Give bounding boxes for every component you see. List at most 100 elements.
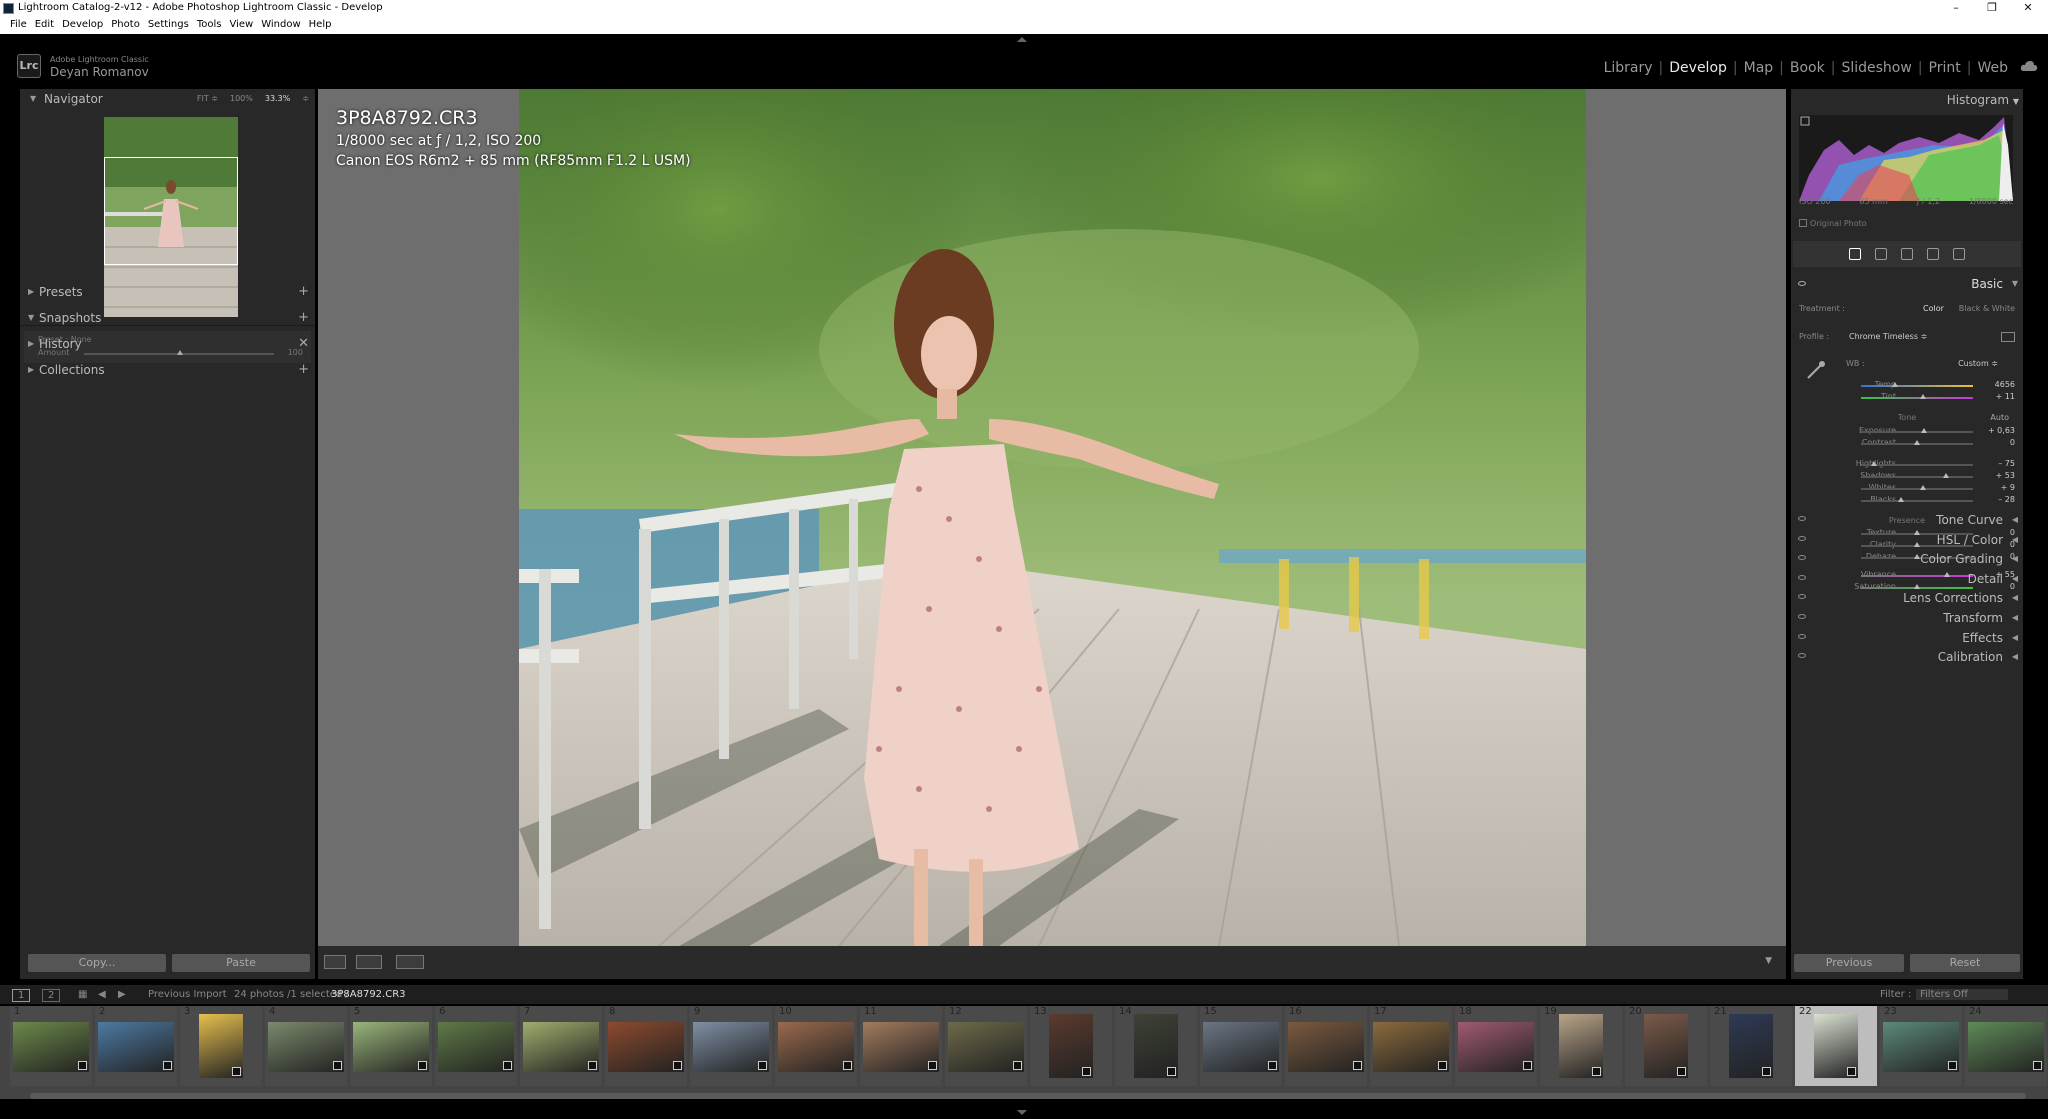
- toolbar-menu-icon[interactable]: ▼: [1765, 956, 1772, 966]
- forward-arrow-icon[interactable]: ▶: [118, 989, 126, 1000]
- zoom-fit[interactable]: FIT ≑: [197, 89, 218, 109]
- slider-track[interactable]: [1861, 464, 1973, 466]
- before-after-split-icon[interactable]: [396, 955, 424, 969]
- slider-track[interactable]: [1861, 500, 1973, 502]
- menu-tools[interactable]: Tools: [193, 17, 226, 34]
- menu-edit[interactable]: Edit: [31, 17, 58, 34]
- eye-icon[interactable]: [1798, 516, 1806, 521]
- grid-view-icon[interactable]: ▦: [78, 989, 87, 1000]
- slider-thumb[interactable]: [1891, 382, 1898, 387]
- menu-help[interactable]: Help: [305, 17, 336, 34]
- loupe-view-icon[interactable]: [324, 955, 346, 969]
- slider-thumb[interactable]: [1871, 461, 1878, 466]
- module-book[interactable]: Book: [1784, 60, 1831, 76]
- slider-value[interactable]: 0: [2010, 438, 2015, 447]
- slider-thumb[interactable]: [1919, 394, 1926, 399]
- slider-value[interactable]: + 0,63: [1988, 426, 2015, 435]
- filmstrip-thumbnail[interactable]: 5: [350, 1006, 432, 1086]
- filmstrip-thumbnail[interactable]: 9: [690, 1006, 772, 1086]
- histogram[interactable]: [1799, 115, 2013, 201]
- filmstrip-thumbnail[interactable]: 3: [180, 1006, 262, 1086]
- profile-browser-icon[interactable]: [2001, 332, 2015, 342]
- slider-track[interactable]: [1861, 488, 1973, 490]
- masking-icon[interactable]: [1953, 248, 1965, 260]
- navigator-zoom-frame[interactable]: [104, 157, 238, 265]
- filter-select[interactable]: Filters Off: [1916, 989, 2008, 1000]
- filmstrip-thumbnail[interactable]: 15: [1200, 1006, 1282, 1086]
- menu-develop[interactable]: Develop: [58, 17, 107, 34]
- module-slideshow[interactable]: Slideshow: [1835, 60, 1917, 76]
- collections-header[interactable]: ▶ Collections +: [20, 359, 315, 381]
- slider-track[interactable]: [1861, 476, 1973, 478]
- add-collection-icon[interactable]: +: [298, 359, 309, 381]
- selected-file[interactable]: 3P8A8792.CR3: [331, 989, 406, 1000]
- filmstrip-thumbnail[interactable]: 23: [1880, 1006, 1962, 1086]
- filmstrip-thumbnail[interactable]: 14: [1115, 1006, 1197, 1086]
- red-eye-icon[interactable]: [1927, 248, 1939, 260]
- minimize-button[interactable]: –: [1936, 0, 1976, 17]
- filmstrip-scrollbar[interactable]: [30, 1093, 2026, 1099]
- slider-value[interactable]: + 9: [2001, 483, 2015, 492]
- slider-track[interactable]: [1861, 385, 1973, 387]
- maximize-button[interactable]: ❐: [1972, 0, 2012, 17]
- filmstrip-thumbnail[interactable]: 20: [1625, 1006, 1707, 1086]
- eye-icon[interactable]: [1798, 614, 1806, 619]
- add-preset-icon[interactable]: +: [298, 281, 309, 303]
- screen-2-button[interactable]: 2: [42, 989, 61, 1002]
- filmstrip-thumbnail[interactable]: 11: [860, 1006, 942, 1086]
- slider-value[interactable]: – 75: [1998, 459, 2015, 468]
- zoom-custom-arrow[interactable]: ≑: [302, 89, 309, 109]
- basic-header[interactable]: Basic ▼: [1791, 274, 2023, 294]
- menu-file[interactable]: File: [6, 17, 31, 34]
- slider-track[interactable]: [1861, 431, 1973, 433]
- slider-value[interactable]: + 53: [1996, 471, 2015, 480]
- slider-value[interactable]: + 11: [1996, 392, 2015, 401]
- edit-sliders-icon[interactable]: [1849, 248, 1861, 260]
- filmstrip-thumbnail[interactable]: 1: [10, 1006, 92, 1086]
- filmstrip-thumbnail[interactable]: 4: [265, 1006, 347, 1086]
- filmstrip-thumbnail[interactable]: 12: [945, 1006, 1027, 1086]
- eye-icon[interactable]: [1798, 535, 1806, 541]
- module-develop[interactable]: Develop: [1663, 60, 1733, 76]
- top-panel-toggle-icon[interactable]: [1017, 37, 1027, 42]
- filmstrip-thumbnail[interactable]: 7: [520, 1006, 602, 1086]
- filmstrip-thumbnail[interactable]: 13: [1030, 1006, 1112, 1086]
- snapshots-header[interactable]: ▼ Snapshots +: [20, 307, 315, 329]
- filmstrip-thumbnail[interactable]: 8: [605, 1006, 687, 1086]
- slider-thumb[interactable]: [1943, 473, 1950, 478]
- slider-value[interactable]: 4656: [1995, 380, 2015, 389]
- filmstrip-thumbnail[interactable]: 22: [1795, 1006, 1877, 1086]
- slider-thumb[interactable]: [1898, 497, 1905, 502]
- previous-button[interactable]: Previous: [1794, 954, 1904, 972]
- presets-header[interactable]: ▶ Presets +: [20, 281, 315, 303]
- slider-thumb[interactable]: [1920, 428, 1927, 433]
- copy-button[interactable]: Copy...: [28, 954, 166, 972]
- menu-photo[interactable]: Photo: [107, 17, 144, 34]
- filmstrip-thumbnail[interactable]: 21: [1710, 1006, 1792, 1086]
- menu-window[interactable]: Window: [257, 17, 304, 34]
- panel-calibration[interactable]: Calibration ◀: [1791, 646, 2023, 668]
- filmstrip-thumbnail[interactable]: 17: [1370, 1006, 1452, 1086]
- slider-thumb[interactable]: [1919, 485, 1926, 490]
- auto-button[interactable]: Auto: [1990, 413, 2009, 422]
- filmstrip-thumbnail[interactable]: 16: [1285, 1006, 1367, 1086]
- zoom-100[interactable]: 100%: [230, 89, 253, 109]
- module-library[interactable]: Library: [1598, 60, 1659, 76]
- eye-icon[interactable]: [1798, 574, 1806, 580]
- filmstrip-thumbnail[interactable]: 6: [435, 1006, 517, 1086]
- history-header[interactable]: ▶ History ✕: [20, 333, 315, 355]
- filmstrip-thumbnail[interactable]: 2: [95, 1006, 177, 1086]
- paste-button[interactable]: Paste: [172, 954, 310, 972]
- module-web[interactable]: Web: [1971, 60, 2014, 76]
- module-map[interactable]: Map: [1738, 60, 1780, 76]
- filmstrip-thumbnail[interactable]: 10: [775, 1006, 857, 1086]
- slider-value[interactable]: – 28: [1998, 495, 2015, 504]
- eye-icon[interactable]: [1798, 281, 1806, 286]
- navigator-header[interactable]: ▼ Navigator FIT ≑ 100% 33.3% ≑: [20, 89, 315, 109]
- filmstrip-thumbnail[interactable]: 19: [1540, 1006, 1622, 1086]
- photo-canvas[interactable]: [519, 89, 1586, 946]
- eye-icon[interactable]: [1798, 633, 1806, 639]
- eye-icon[interactable]: [1798, 555, 1806, 561]
- checkbox-icon[interactable]: [1799, 219, 1807, 227]
- menu-view[interactable]: View: [225, 17, 257, 34]
